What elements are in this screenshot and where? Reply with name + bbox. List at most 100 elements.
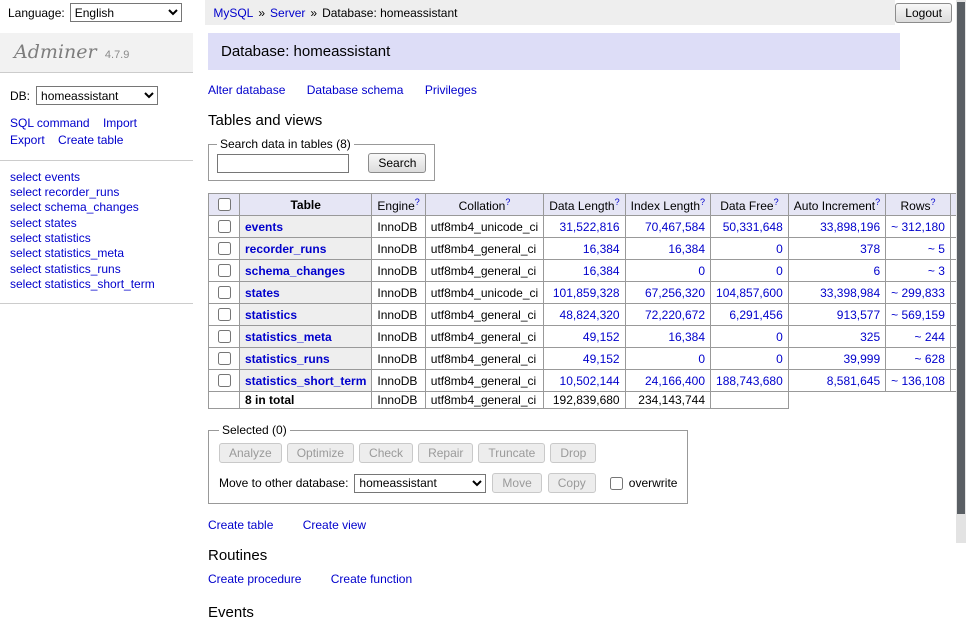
tables-overview-table: Table Engine? Collation? Data Length? In… xyxy=(208,193,966,409)
selected-fieldset: Selected (0) Analyze Optimize Check Repa… xyxy=(208,423,688,504)
rows-count-link[interactable]: ~ 5 xyxy=(886,238,951,260)
create-procedure-link[interactable]: Create procedure xyxy=(208,572,301,586)
create-view-link[interactable]: Create view xyxy=(303,518,366,532)
sidebar-item-select-schema-changes[interactable]: select schema_changes xyxy=(10,200,183,215)
collation-cell: utf8mb4_general_ci xyxy=(425,326,543,348)
search-button[interactable]: Search xyxy=(368,153,426,173)
language-select[interactable]: English xyxy=(70,3,182,22)
optimize-button[interactable]: Optimize xyxy=(287,443,354,463)
sidebar-item-select-states[interactable]: select states xyxy=(10,216,183,231)
rows-count-link[interactable]: ~ 569,159 xyxy=(886,304,951,326)
help-icon[interactable]: ? xyxy=(505,197,510,207)
repair-button[interactable]: Repair xyxy=(418,443,473,463)
language-area: Language: English xyxy=(0,0,205,25)
table-name-link[interactable]: statistics_short_term xyxy=(245,374,366,388)
row-checkbox[interactable] xyxy=(218,242,231,255)
sidebar-link-create-table[interactable]: Create table xyxy=(58,133,123,147)
create-links: Create table Create view xyxy=(208,518,900,532)
row-checkbox[interactable] xyxy=(218,352,231,365)
scrollbar-thumb[interactable] xyxy=(957,2,965,514)
data-free-cell: 188,743,680 xyxy=(711,370,789,392)
index-length-cell: 24,166,400 xyxy=(625,370,710,392)
overwrite-option: overwrite xyxy=(606,474,678,493)
row-checkbox[interactable] xyxy=(218,308,231,321)
database-schema-link[interactable]: Database schema xyxy=(307,83,404,97)
overwrite-checkbox[interactable] xyxy=(610,477,623,490)
sidebar-link-import[interactable]: Import xyxy=(103,116,137,130)
db-select[interactable]: homeassistant xyxy=(36,86,158,105)
rows-count-link[interactable]: ~ 136,108 xyxy=(886,370,951,392)
table-name-link[interactable]: statistics_runs xyxy=(245,352,330,366)
drop-button[interactable]: Drop xyxy=(550,443,596,463)
sidebar-link-sql-command[interactable]: SQL command xyxy=(10,116,90,130)
analyze-button[interactable]: Analyze xyxy=(219,443,282,463)
sidebar-item-select-statistics-meta[interactable]: select statistics_meta xyxy=(10,246,183,261)
truncate-button[interactable]: Truncate xyxy=(478,443,545,463)
move-label: Move to other database: xyxy=(219,476,348,490)
sidebar-item-select-recorder-runs[interactable]: select recorder_runs xyxy=(10,185,183,200)
table-name-link[interactable]: schema_changes xyxy=(245,264,345,278)
sidebar-link-export[interactable]: Export xyxy=(10,133,45,147)
page-title: Database: homeassistant xyxy=(208,33,900,70)
breadcrumb-current: Database: homeassistant xyxy=(322,6,457,20)
rows-count-link[interactable]: ~ 3 xyxy=(886,260,951,282)
privileges-link[interactable]: Privileges xyxy=(425,83,477,97)
vertical-scrollbar[interactable] xyxy=(956,0,966,543)
help-icon[interactable]: ? xyxy=(700,197,705,207)
row-checkbox[interactable] xyxy=(218,286,231,299)
table-name-link[interactable]: statistics xyxy=(245,308,297,322)
create-function-link[interactable]: Create function xyxy=(331,572,412,586)
breadcrumb-server-link[interactable]: Server xyxy=(270,6,305,20)
create-table-link[interactable]: Create table xyxy=(208,518,273,532)
breadcrumb-mysql-link[interactable]: MySQL xyxy=(213,6,253,20)
alter-database-link[interactable]: Alter database xyxy=(208,83,285,97)
rows-count-link[interactable]: ~ 244 xyxy=(886,326,951,348)
footer-data-free-cell xyxy=(711,392,789,409)
help-icon[interactable]: ? xyxy=(931,197,936,207)
logout-button[interactable]: Logout xyxy=(895,3,952,23)
help-icon[interactable]: ? xyxy=(415,197,420,207)
help-icon[interactable]: ? xyxy=(875,197,880,207)
sidebar-item-select-statistics-short-term[interactable]: select statistics_short_term xyxy=(10,277,183,292)
copy-button[interactable]: Copy xyxy=(548,473,596,493)
help-icon[interactable]: ? xyxy=(615,197,620,207)
rows-count-link[interactable]: ~ 299,833 xyxy=(886,282,951,304)
search-input[interactable] xyxy=(217,154,349,173)
data-length-cell: 31,522,816 xyxy=(544,216,625,238)
rows-count-link[interactable]: ~ 628 xyxy=(886,348,951,370)
sidebar-item-select-statistics[interactable]: select statistics xyxy=(10,231,183,246)
table-name-link[interactable]: events xyxy=(245,220,283,234)
table-name-link[interactable]: statistics_meta xyxy=(245,330,332,344)
check-button[interactable]: Check xyxy=(359,443,413,463)
row-checkbox[interactable] xyxy=(218,220,231,233)
data-length-cell: 48,824,320 xyxy=(544,304,625,326)
help-icon[interactable]: ? xyxy=(774,197,779,207)
sidebar-links: SQL command Import Export Create table xyxy=(0,114,193,160)
index-length-cell: 0 xyxy=(625,260,710,282)
column-header-auto-increment: Auto Increment? xyxy=(788,194,885,216)
select-all-checkbox[interactable] xyxy=(218,198,231,211)
move-button[interactable]: Move xyxy=(492,473,541,493)
search-legend: Search data in tables (8) xyxy=(217,137,354,151)
tables-heading: Tables and views xyxy=(208,112,900,129)
table-row: statistics InnoDB utf8mb4_general_ci 48,… xyxy=(209,304,966,326)
table-row: states InnoDB utf8mb4_unicode_ci 101,859… xyxy=(209,282,966,304)
data-free-cell: 50,331,648 xyxy=(711,216,789,238)
row-checkbox[interactable] xyxy=(218,264,231,277)
table-name-link[interactable]: recorder_runs xyxy=(245,242,326,256)
row-checkbox[interactable] xyxy=(218,374,231,387)
auto-increment-cell: 8,581,645 xyxy=(788,370,885,392)
column-header-data-length: Data Length? xyxy=(544,194,625,216)
move-database-select[interactable]: homeassistant xyxy=(354,474,486,493)
sidebar-item-select-events[interactable]: select events xyxy=(10,170,183,185)
table-name-link[interactable]: states xyxy=(245,286,280,300)
column-header-engine: Engine? xyxy=(372,194,425,216)
row-checkbox[interactable] xyxy=(218,330,231,343)
total-label: 8 in total xyxy=(240,392,372,409)
data-length-cell: 10,502,144 xyxy=(544,370,625,392)
rows-count-link[interactable]: ~ 312,180 xyxy=(886,216,951,238)
collation-cell: utf8mb4_general_ci xyxy=(425,348,543,370)
auto-increment-cell: 33,898,196 xyxy=(788,216,885,238)
sidebar-item-select-statistics-runs[interactable]: select statistics_runs xyxy=(10,262,183,277)
auto-increment-cell: 913,577 xyxy=(788,304,885,326)
